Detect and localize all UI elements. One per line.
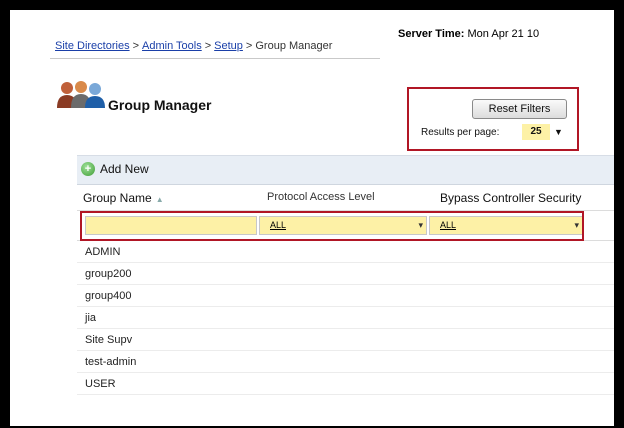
users-group-icon [57, 81, 105, 108]
results-per-page-label: Results per page: [421, 127, 500, 138]
breadcrumb-admin-tools[interactable]: Admin Tools [142, 40, 202, 52]
reset-filters-button[interactable]: Reset Filters [472, 99, 567, 119]
results-per-page-select[interactable]: 25 ▼ [522, 124, 572, 140]
breadcrumb-divider [50, 58, 380, 59]
table-row[interactable]: Site Supv [77, 329, 614, 351]
grid-header: Group Name ▲ Protocol Access Level Bypass… [77, 185, 614, 211]
breadcrumb-separator: > [132, 40, 140, 52]
breadcrumb-separator: > [204, 40, 212, 52]
filter-row-highlight [80, 211, 584, 241]
table-row[interactable]: USER [77, 373, 614, 395]
server-time-label: Server Time: [398, 28, 465, 40]
column-header-group-name[interactable]: Group Name ▲ [83, 191, 164, 205]
table-row[interactable]: ADMIN [77, 241, 614, 263]
breadcrumb-site-directories[interactable]: Site Directories [55, 40, 130, 52]
grid-toolbar: + Add New [77, 155, 614, 185]
chevron-down-icon: ▼ [554, 127, 563, 137]
filter-controls-highlight: Reset Filters Results per page: 25 ▼ [407, 87, 579, 151]
breadcrumb-setup[interactable]: Setup [214, 40, 243, 52]
results-per-page-value: 25 [522, 124, 550, 140]
column-header-bypass-controller-security[interactable]: Bypass Controller Security [440, 191, 581, 205]
breadcrumb: Site Directories > Admin Tools > Setup > Group… [50, 40, 380, 59]
table-row[interactable]: group400 [77, 285, 614, 307]
column-header-label: Group Name [83, 191, 152, 205]
server-time-value: Mon Apr 21 10 [467, 28, 540, 40]
page-title: Group Manager [108, 97, 212, 113]
breadcrumb-separator: > [245, 40, 253, 52]
breadcrumb-current: Group Manager [255, 40, 333, 52]
table-row[interactable]: jia [77, 307, 614, 329]
add-icon: + [81, 162, 95, 176]
server-time: Server Time: Mon Apr 21 10 [398, 28, 539, 40]
column-header-protocol-access-level[interactable]: Protocol Access Level [267, 191, 375, 203]
table-row[interactable]: group200 [77, 263, 614, 285]
add-new-button[interactable]: + Add New [81, 162, 149, 176]
grid-filter-row: ALL ▾ ALL ▾ [77, 211, 614, 241]
page-content: Server Time: Mon Apr 21 10 Site Director… [10, 10, 614, 426]
sort-ascending-icon: ▲ [155, 195, 164, 204]
add-new-label: Add New [100, 162, 149, 176]
table-row[interactable]: test-admin [77, 351, 614, 373]
group-grid: + Add New Group Name ▲ Protocol Access Le… [77, 155, 614, 395]
